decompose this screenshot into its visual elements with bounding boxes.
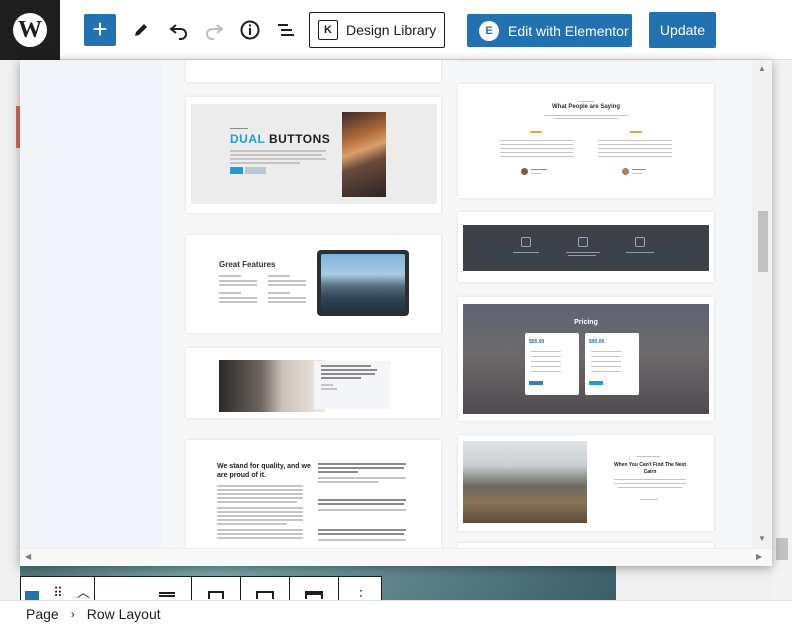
design-library-sidebar: [20, 60, 162, 548]
cairn-photo: [463, 441, 587, 523]
design-card-featured-story[interactable]: When You Can't Find The Next Cairn: [458, 435, 714, 531]
pencil-icon: [135, 24, 147, 36]
breadcrumb-current: Row Layout: [86, 605, 161, 622]
image-icon: [208, 591, 224, 599]
design-card-quality[interactable]: We stand for quality, and we are proud o…: [186, 440, 441, 548]
design-library-label: Design Library: [346, 22, 437, 38]
design-library-icon: K: [318, 20, 338, 40]
undo-icon: [169, 24, 187, 40]
rating-stars-left: [530, 131, 542, 133]
featured-title: When You Can't Find The Next Cairn: [613, 462, 687, 475]
breadcrumb-page[interactable]: Page: [26, 606, 59, 622]
edit-tools-button[interactable]: [129, 18, 153, 42]
layout-button[interactable]: [290, 577, 339, 601]
layout-icon: [305, 591, 323, 599]
block-breadcrumb: Page › Row Layout: [0, 600, 792, 626]
email-icon: [635, 237, 645, 247]
woman-reading-photo: [219, 360, 325, 412]
elementor-icon: E: [479, 20, 499, 41]
edit-with-elementor-label: Edit with Elementor: [508, 22, 629, 39]
move-up-icon[interactable]: ︿: [77, 582, 90, 601]
design-card-great-features[interactable]: Great Features: [186, 235, 441, 333]
scroll-right-arrow[interactable]: ▶: [756, 552, 762, 561]
info-icon: [240, 20, 260, 40]
editor-header: W + K Design Library E Edit with Element…: [0, 0, 792, 60]
design-card-partial-top[interactable]: [186, 60, 441, 82]
drag-handle-icon[interactable]: ⠿: [53, 585, 63, 601]
breadcrumb-separator: ›: [70, 606, 75, 621]
tablet-mockup: [317, 250, 409, 316]
avatar-right: [622, 168, 629, 175]
full-width-button[interactable]: [241, 577, 290, 601]
list-view-button[interactable]: [274, 18, 298, 42]
design-library-button[interactable]: K Design Library: [309, 12, 445, 48]
editor-scrollbar[interactable]: [772, 60, 792, 600]
location-icon: [578, 237, 588, 247]
scroll-left-arrow[interactable]: ◀: [25, 552, 31, 561]
wordpress-logo-button[interactable]: W: [0, 0, 60, 60]
dual-secondary-button-preview: [245, 167, 266, 174]
details-button[interactable]: [238, 18, 262, 42]
canyon-photo: [342, 112, 386, 197]
testimonials-title: What People are Saying: [551, 104, 621, 110]
undo-button[interactable]: [167, 18, 191, 42]
pricing-plan-right: $90.00: [585, 333, 639, 395]
scroll-thumb[interactable]: [758, 211, 768, 272]
dual-primary-button-preview: [230, 167, 243, 174]
scroll-down-arrow[interactable]: ▼: [758, 534, 766, 543]
redo-button[interactable]: [202, 18, 226, 42]
modal-vertical-scrollbar[interactable]: ▲ ▼: [752, 60, 772, 548]
design-card-image-text[interactable]: [186, 348, 441, 418]
redo-icon: [206, 24, 224, 40]
modal-horizontal-scrollbar[interactable]: ◀ ▶: [20, 548, 772, 566]
more-options-button[interactable]: ⋮: [339, 577, 383, 602]
quality-heading: We stand for quality, and we are proud o…: [217, 463, 311, 479]
wordpress-icon: W: [13, 13, 47, 47]
design-library-modal: DUAL BUTTONS Great Features We stand for…: [20, 60, 772, 566]
pricing-title: Pricing: [574, 319, 598, 326]
edit-with-elementor-button[interactable]: E Edit with Elementor: [467, 14, 632, 47]
dual-buttons-heading: DUAL BUTTONS: [230, 132, 331, 146]
block-toolbar-group-1: ⠿ ︿: [21, 577, 95, 601]
update-button[interactable]: Update: [649, 12, 716, 48]
align-button[interactable]: [143, 577, 192, 601]
phone-icon: [521, 237, 531, 247]
design-grid: DUAL BUTTONS Great Features We stand for…: [162, 60, 752, 548]
mountain-photo: [321, 254, 405, 312]
align-icon: [159, 592, 175, 597]
pricing-plan-left: $55.00: [525, 333, 579, 395]
design-card-dual-buttons[interactable]: DUAL BUTTONS: [186, 97, 441, 213]
full-width-icon: [256, 591, 274, 599]
add-block-button[interactable]: +: [84, 14, 116, 46]
block-toolbar: ⠿ ︿ ⋮: [20, 576, 383, 602]
list-view-icon: [278, 24, 294, 36]
design-card-contact-bar[interactable]: [458, 212, 714, 282]
scroll-up-arrow[interactable]: ▲: [758, 64, 766, 73]
great-features-title: Great Features: [219, 260, 276, 269]
design-card-testimonials[interactable]: What People are Saying: [458, 84, 714, 198]
avatar-left: [521, 168, 528, 175]
rating-stars-right: [630, 131, 642, 133]
media-button[interactable]: [192, 577, 241, 601]
design-card-pricing[interactable]: Pricing $55.00 $90.00: [458, 297, 714, 421]
